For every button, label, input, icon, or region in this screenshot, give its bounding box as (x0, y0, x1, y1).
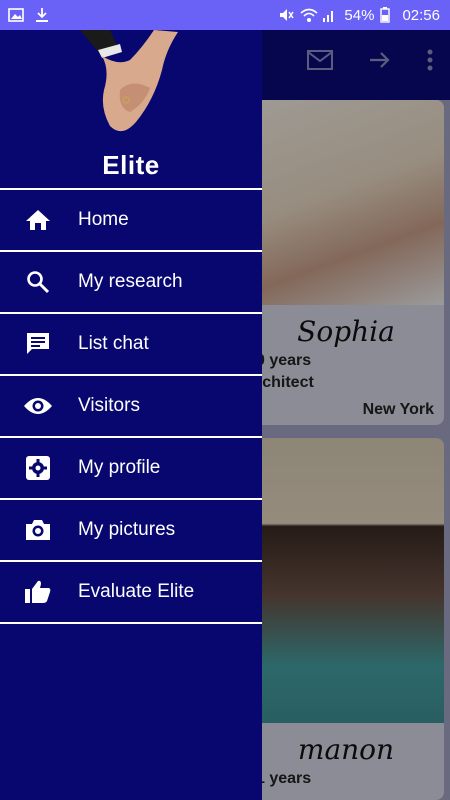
mute-icon (278, 7, 295, 23)
menu-item-my-profile[interactable]: My profile (0, 436, 262, 498)
menu-item-home[interactable]: Home (0, 188, 262, 250)
drawer-menu: Home My research List chat Visitors My p… (0, 188, 262, 624)
image-icon (8, 7, 24, 23)
profile-card[interactable]: Sophia 0 years rchitect New York (248, 100, 444, 425)
menu-item-list-chat[interactable]: List chat (0, 312, 262, 374)
profile-job: rchitect (256, 374, 314, 391)
mail-icon[interactable] (306, 49, 334, 76)
menu-item-my-research[interactable]: My research (0, 250, 262, 312)
menu-label: My profile (78, 457, 161, 478)
battery-percent: 54% (344, 6, 375, 24)
gear-icon (0, 455, 78, 481)
eye-icon (0, 396, 78, 416)
profile-name: Sophia (297, 315, 395, 348)
profile-card[interactable]: manon 1 years (248, 438, 444, 800)
menu-label: Evaluate Elite (78, 581, 195, 602)
signal-icon (322, 7, 338, 23)
menu-item-evaluate-elite[interactable]: Evaluate Elite (0, 560, 262, 624)
wifi-icon (300, 7, 318, 23)
profile-photo (248, 438, 444, 723)
profile-age: 1 years (256, 770, 312, 787)
more-vert-icon[interactable] (426, 48, 434, 77)
download-icon (34, 7, 50, 23)
holding-hands-image (70, 30, 190, 140)
menu-label: Home (78, 209, 129, 230)
battery-icon (380, 7, 396, 23)
menu-item-visitors[interactable]: Visitors (0, 374, 262, 436)
app-title: Elite (102, 150, 160, 180)
navigation-drawer: Elite Home My research List chat Visitor… (0, 30, 262, 800)
status-bar: 54% 02:56 (0, 0, 450, 30)
menu-label: List chat (78, 333, 149, 354)
profile-photo (248, 100, 444, 305)
profile-age: 0 years (256, 352, 312, 369)
clock: 02:56 (402, 6, 440, 24)
menu-label: My pictures (78, 519, 176, 540)
profile-name: manon (297, 733, 395, 766)
chat-icon (0, 331, 78, 357)
arrow-right-icon[interactable] (368, 49, 392, 76)
menu-item-my-pictures[interactable]: My pictures (0, 498, 262, 560)
thumb-up-icon (0, 579, 78, 605)
home-icon (0, 208, 78, 232)
menu-label: My research (78, 271, 183, 292)
drawer-header: Elite (0, 30, 262, 188)
profile-city: New York (362, 401, 434, 418)
search-icon (0, 270, 78, 294)
menu-label: Visitors (78, 395, 140, 416)
camera-icon (0, 518, 78, 542)
